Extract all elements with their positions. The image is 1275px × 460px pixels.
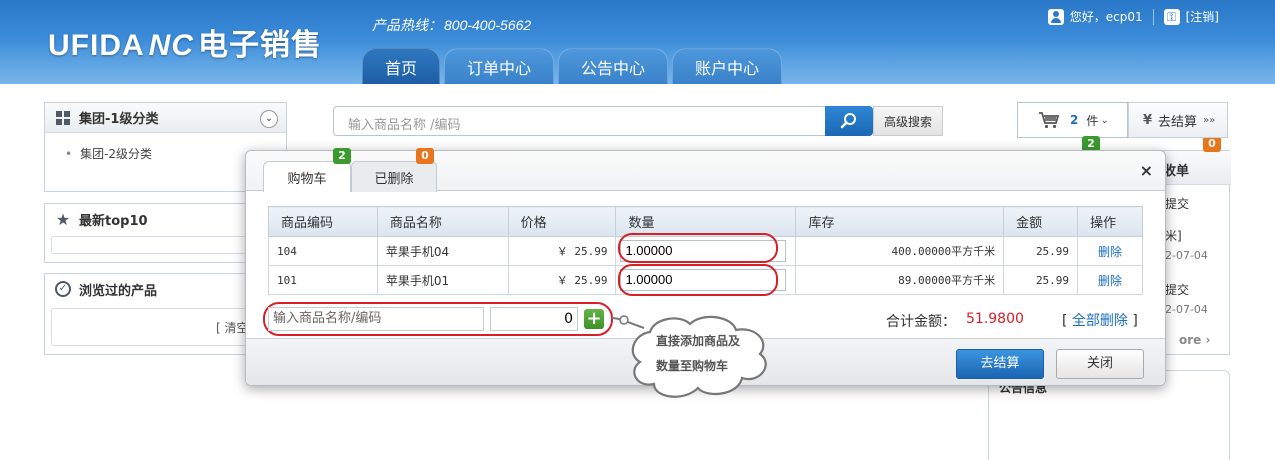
- cell-name: 苹果手机01: [376, 265, 509, 295]
- tab-cart-badge: 2: [333, 148, 351, 164]
- tab-home[interactable]: 首页: [362, 48, 441, 84]
- user-icon: [1047, 8, 1064, 25]
- col-price: 价格: [507, 206, 617, 237]
- close-icon[interactable]: ×: [1140, 161, 1153, 180]
- order-date-1: 2-07-04: [1165, 249, 1208, 262]
- tab-deleted[interactable]: 已删除: [351, 161, 437, 192]
- table-header-row: 商品编码 商品名称 价格 数量 库存 金额 操作: [268, 206, 1143, 237]
- callout-line-2: 数量至购物车: [656, 359, 729, 373]
- cell-amount: 25.99: [1003, 236, 1079, 266]
- check-circle-icon: ✓: [55, 281, 71, 297]
- total-value: 51.9800: [966, 311, 1024, 327]
- checkout-button[interactable]: 去结算: [956, 349, 1044, 379]
- divider: [1152, 8, 1154, 25]
- order-status-1: 提交: [1165, 197, 1190, 211]
- cart-unit: 件: [1086, 113, 1099, 128]
- delete-link[interactable]: 删除: [1077, 236, 1143, 266]
- key-icon: ⚿: [1163, 8, 1180, 25]
- advanced-search-button[interactable]: 高级搜索: [873, 106, 943, 136]
- order-badge: 0: [1203, 136, 1221, 152]
- cell-stock: 400.00000平方千米: [795, 236, 1005, 266]
- cell-name: 苹果手机04: [376, 236, 509, 266]
- col-amount: 金额: [1003, 206, 1079, 237]
- double-chevron-icon: »»: [1203, 114, 1216, 126]
- bullet-icon: •: [65, 147, 73, 161]
- col-stock: 库存: [795, 206, 1005, 237]
- cell-price: ￥ 25.99: [507, 236, 617, 266]
- cell-code: 104: [268, 236, 378, 266]
- category-header: 集团-1级分类 ⌄: [45, 103, 286, 133]
- hotline-label: 产品热线：: [372, 17, 442, 33]
- modal-tab-bar: 购物车 已删除 ×: [246, 151, 1165, 192]
- col-code: 商品编码: [268, 206, 378, 237]
- page: UFIDA NC 电子销售 产品热线： 800-400-5662 首页 订单中心 公告…: [0, 0, 1275, 460]
- greeting: 您好，ecp01: [1069, 10, 1143, 24]
- cell-price: ￥ 25.99: [507, 265, 617, 295]
- add-icon[interactable]: +: [584, 309, 604, 329]
- hotline-number: 800-400-5662: [444, 17, 532, 33]
- order-panel-title: 收单: [1163, 164, 1190, 179]
- tab-notices[interactable]: 公告中心: [558, 48, 669, 84]
- tab-orders[interactable]: 订单中心: [444, 48, 555, 84]
- col-action: 操作: [1077, 206, 1143, 237]
- top10-title: 最新top10: [79, 213, 148, 229]
- search-input[interactable]: 输入商品名称 /编码: [348, 114, 461, 133]
- tab-cart[interactable]: 购物车: [263, 161, 351, 192]
- search-icon: [840, 113, 856, 129]
- tab-account[interactable]: 账户中心: [672, 48, 783, 84]
- chevron-down-icon: ⌄: [1100, 114, 1109, 126]
- qty-highlight-1: [618, 233, 778, 263]
- col-qty: 数量: [615, 206, 797, 237]
- tab-deleted-badge: 0: [416, 148, 434, 164]
- add-qty-input[interactable]: 0: [490, 307, 578, 331]
- total-label: 合计金额：: [886, 314, 956, 330]
- order-line-2: 米]: [1165, 229, 1182, 243]
- user-area: 您好，ecp01 ⚿ [注销]: [1047, 8, 1219, 25]
- header-bar: UFIDA NC 电子销售 产品热线： 800-400-5662 首页 订单中心 公告…: [0, 0, 1275, 84]
- cart-icon: [1039, 112, 1060, 129]
- cell-stock: 89.00000平方千米: [795, 265, 1005, 295]
- viewed-clear[interactable]: [ 清空: [216, 319, 249, 336]
- close-button[interactable]: 关闭: [1056, 349, 1144, 379]
- checkout-top-button[interactable]: ¥ 去结算 »»: [1128, 102, 1228, 138]
- logout-link[interactable]: [注销]: [1186, 8, 1219, 25]
- grid-icon: [55, 110, 71, 126]
- star-icon: ★: [55, 209, 71, 229]
- category-item[interactable]: 集团-2级分类: [80, 147, 152, 161]
- logo: UFIDA NC 电子销售: [48, 20, 322, 64]
- search-button[interactable]: [825, 106, 873, 136]
- delete-all-link[interactable]: [ 全部删除 ]: [1062, 310, 1138, 330]
- viewed-title: 浏览过的产品: [79, 283, 158, 299]
- cart-summary[interactable]: 2 件 ⌄: [1017, 102, 1128, 138]
- logo-cn: 电子销售: [198, 29, 322, 62]
- qty-highlight-2: [618, 264, 778, 296]
- callout-line-1: 直接添加商品及: [656, 334, 741, 348]
- yen-icon: ¥: [1143, 112, 1153, 128]
- checkout-top-label: 去结算: [1158, 114, 1198, 130]
- cart-count: 2: [1070, 113, 1079, 127]
- more-link[interactable]: ore ›: [1179, 333, 1210, 347]
- add-product-input[interactable]: 输入商品名称/编码: [268, 307, 484, 331]
- order-status-2: 提交: [1165, 283, 1190, 297]
- cell-amount: 25.99: [1003, 265, 1079, 295]
- search-box[interactable]: 输入商品名称 /编码: [333, 106, 873, 136]
- order-date-2: 2-07-04: [1165, 303, 1208, 316]
- logo-symbol: NC: [148, 29, 194, 62]
- delete-link[interactable]: 删除: [1077, 265, 1143, 295]
- main-nav: 首页 订单中心 公告中心 账户中心: [362, 48, 786, 84]
- col-name: 商品名称: [376, 206, 509, 237]
- logo-text: UFIDA: [48, 29, 145, 62]
- chevron-down-icon[interactable]: ⌄: [260, 110, 278, 128]
- hotline: 产品热线： 800-400-5662: [372, 15, 531, 35]
- cell-code: 101: [268, 265, 378, 295]
- category-title: 集团-1级分类: [79, 112, 159, 127]
